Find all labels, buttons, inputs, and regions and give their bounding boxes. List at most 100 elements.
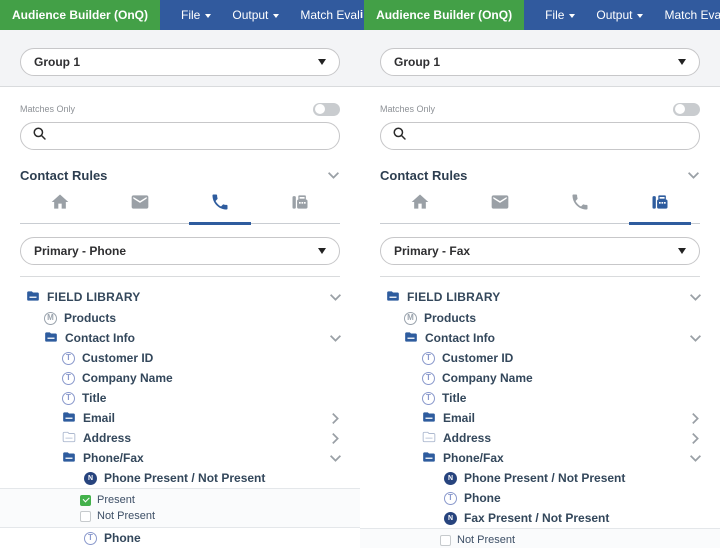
channel-select[interactable]: Primary - Fax [380, 237, 700, 265]
tree-item-title[interactable]: T Title [360, 388, 720, 408]
tree-item-customer-id[interactable]: T Customer ID [0, 348, 360, 368]
tab-fax[interactable] [260, 188, 340, 223]
tab-email[interactable] [460, 188, 540, 223]
chevron-down-icon[interactable] [689, 334, 702, 343]
checkbox-label: Not Present [457, 534, 515, 546]
search-input[interactable] [54, 129, 328, 143]
tab-home[interactable] [20, 188, 100, 223]
checkbox-label: Present [97, 494, 135, 506]
menu-file-label: File [181, 8, 200, 22]
menu-output-label: Output [232, 8, 268, 22]
tree-item-phone-fax[interactable]: Phone/Fax [360, 448, 720, 468]
group-select-value: Group 1 [34, 55, 80, 69]
tree-item-label: FIELD LIBRARY [407, 290, 501, 304]
tab-fax[interactable] [620, 188, 700, 223]
phone-icon [210, 192, 230, 217]
menu-output[interactable]: Output [232, 0, 279, 30]
chevron-right-icon[interactable] [691, 412, 700, 425]
tab-home[interactable] [380, 188, 460, 223]
folder-icon [422, 450, 436, 467]
tree-item-contact-info[interactable]: Contact Info [0, 328, 360, 348]
menu-match-evaluation[interactable]: Match Evaluati [664, 0, 720, 30]
tree-item-phone[interactable]: T Phone [360, 488, 720, 508]
tree-item-label: Contact Info [65, 331, 135, 345]
matches-only-toggle[interactable] [673, 103, 700, 116]
text-field-icon: T [422, 352, 435, 365]
tree-item-label: Phone/Fax [83, 451, 144, 465]
tree-item-products[interactable]: M Products [360, 308, 720, 328]
text-field-icon: T [444, 492, 457, 505]
model-icon: M [44, 312, 57, 325]
left-panel: Audience Builder (OnQ) File Output Match… [0, 0, 360, 548]
checkbox-checked-icon[interactable] [80, 495, 91, 506]
checkbox-row-not-present[interactable]: Not Present [360, 532, 720, 548]
chevron-down-icon[interactable] [329, 293, 342, 302]
folder-icon [26, 289, 40, 306]
checkbox-row-not-present[interactable]: Not Present [0, 508, 360, 524]
contact-rules-title: Contact Rules [380, 168, 467, 183]
channel-tabs [20, 188, 340, 224]
text-field-icon: T [62, 392, 75, 405]
tree-item-address[interactable]: Address [360, 428, 720, 448]
tree-item-field-library[interactable]: FIELD LIBRARY [0, 286, 360, 308]
tree-item-label: Company Name [442, 371, 533, 385]
chevron-down-icon[interactable] [329, 334, 342, 343]
tree-item-address[interactable]: Address [0, 428, 360, 448]
app-brand[interactable]: Audience Builder (OnQ) [0, 0, 160, 30]
text-field-icon: T [422, 372, 435, 385]
navbar: i Audience Builder (OnQ) File Output Mat… [360, 0, 720, 30]
tree-item-email[interactable]: Email [360, 408, 720, 428]
tree-item-fax-present[interactable]: N Fax Present / Not Present [360, 508, 720, 528]
navbar: Audience Builder (OnQ) File Output Match… [0, 0, 360, 30]
chevron-right-icon[interactable] [331, 412, 340, 425]
tree-item-phone-present[interactable]: N Phone Present / Not Present [360, 468, 720, 488]
chevron-down-icon[interactable] [327, 171, 340, 180]
matches-only-row: Matches Only [20, 102, 340, 116]
channel-select[interactable]: Primary - Phone [20, 237, 340, 265]
chevron-down-icon[interactable] [329, 454, 342, 463]
folder-icon [386, 289, 400, 306]
chevron-right-icon[interactable] [691, 432, 700, 445]
toggle-knob [675, 104, 685, 114]
app-brand[interactable]: Audience Builder (OnQ) [364, 0, 524, 30]
matches-only-toggle[interactable] [313, 103, 340, 116]
tab-phone[interactable] [180, 188, 260, 223]
tree-item-contact-info[interactable]: Contact Info [360, 328, 720, 348]
tree-item-title[interactable]: T Title [0, 388, 360, 408]
tree-item-field-library[interactable]: FIELD LIBRARY [360, 286, 720, 308]
checkbox-row-present[interactable]: Present [0, 492, 360, 508]
tab-email[interactable] [100, 188, 180, 223]
tree-item-company-name[interactable]: T Company Name [0, 368, 360, 388]
menu-output[interactable]: Output [596, 0, 643, 30]
menu-file[interactable]: File [545, 0, 575, 30]
group-select[interactable]: Group 1 [380, 48, 700, 76]
tree-item-label: Phone Present / Not Present [104, 471, 265, 485]
matches-only-label: Matches Only [380, 104, 435, 114]
tree-item-company-name[interactable]: T Company Name [360, 368, 720, 388]
channel-select-value: Primary - Fax [394, 244, 470, 258]
tree-item-customer-id[interactable]: T Customer ID [360, 348, 720, 368]
tree-item-label: Email [443, 411, 475, 425]
menu-file[interactable]: File [181, 0, 211, 30]
menu-match-evaluation[interactable]: Match Evaluati [300, 0, 360, 30]
contact-rules-header: Contact Rules [360, 150, 720, 188]
chevron-down-icon[interactable] [689, 293, 702, 302]
checkbox-unchecked-icon[interactable] [80, 511, 91, 522]
tree-item-phone-fax[interactable]: Phone/Fax [0, 448, 360, 468]
tree-item-phone[interactable]: T Phone [0, 528, 360, 548]
value-checkbox-section: Not Present Present [360, 528, 720, 548]
chevron-down-icon[interactable] [687, 171, 700, 180]
caret-down-icon [205, 14, 211, 18]
chevron-down-icon[interactable] [689, 454, 702, 463]
tree-item-email[interactable]: Email [0, 408, 360, 428]
tab-phone[interactable] [540, 188, 620, 223]
checkbox-unchecked-icon[interactable] [440, 535, 451, 546]
group-select[interactable]: Group 1 [20, 48, 340, 76]
search-input[interactable] [414, 129, 688, 143]
chevron-right-icon[interactable] [331, 432, 340, 445]
tree-item-products[interactable]: M Products [0, 308, 360, 328]
tree-item-phone-present[interactable]: N Phone Present / Not Present [0, 468, 360, 488]
text-field-icon: T [84, 532, 97, 545]
tree-item-label: Products [424, 311, 476, 325]
text-field-icon: T [62, 352, 75, 365]
